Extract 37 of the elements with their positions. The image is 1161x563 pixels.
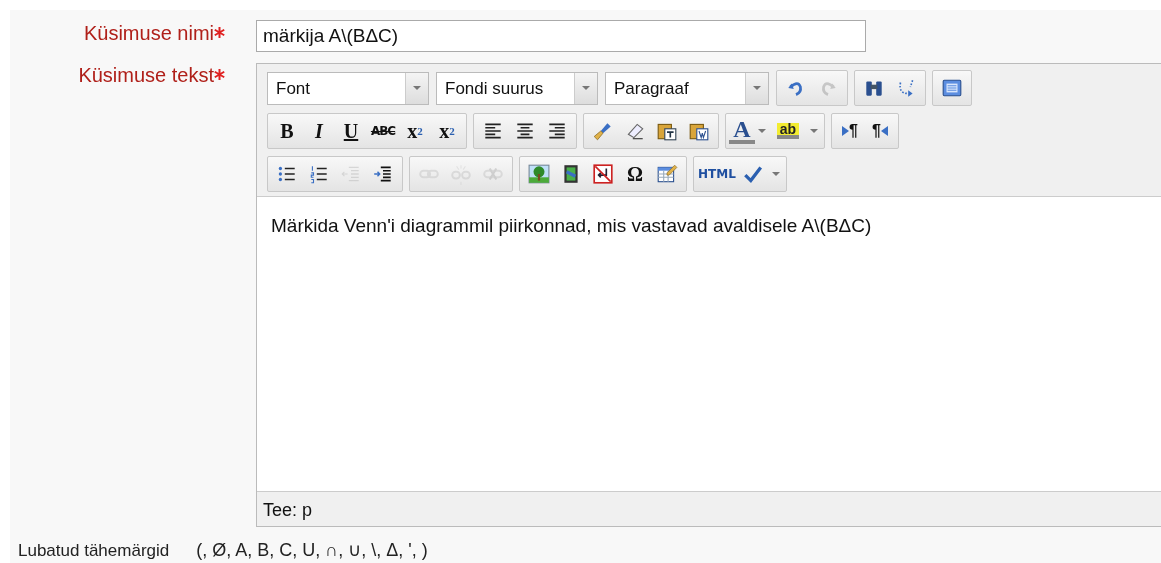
field-label: Lubatud tähemärgid <box>17 541 170 561</box>
format-button[interactable]: HTML <box>697 160 737 188</box>
highlight-button[interactable]: ab <box>777 123 799 139</box>
field-label: Küsimuse nimi <box>10 10 225 45</box>
format-button[interactable]: B <box>271 117 303 145</box>
name-input-field[interactable]: märkija A\(BΔC) <box>256 20 866 52</box>
caret-icon[interactable] <box>757 128 767 134</box>
crossed-return-icon <box>592 163 614 185</box>
format-button[interactable]: U <box>335 117 367 145</box>
editor-content[interactable]: Märkida Venn'i diagrammil piirkonnad, mis vastavad avaldisele A\(BΔC) <box>257 196 1161 492</box>
caret-icon[interactable] <box>809 128 819 134</box>
format-button[interactable]: x$^{2}$ <box>431 117 463 145</box>
dropdown[interactable]: Paragraaf <box>605 71 769 105</box>
dropdown[interactable]: Fondi suurus <box>436 71 598 105</box>
allowed-characters-text: (, Ø, A, B, C, U, ∩, ∪, \, Δ, ', ) <box>196 539 428 561</box>
status-path: Tee: p <box>262 499 314 522</box>
caret-icon[interactable] <box>771 171 781 177</box>
checkmark-icon <box>742 163 764 185</box>
direction-button[interactable]: ¶ <box>865 117 895 145</box>
field-label: Küsimuse tekst <box>10 52 225 87</box>
direction-button[interactable]: ¶ <box>835 117 865 145</box>
caret-icon[interactable] <box>752 85 762 91</box>
brush-icon <box>592 120 614 142</box>
tree-picture-icon <box>528 163 550 185</box>
dropdown[interactable]: Font <box>267 71 429 105</box>
table-edit-icon <box>656 163 678 185</box>
window-icon <box>941 77 963 99</box>
format-button[interactable]: ABC <box>367 117 399 145</box>
format-button[interactable]: I <box>303 117 335 145</box>
triangle-icon <box>842 126 850 136</box>
broken-link-icon <box>450 163 472 185</box>
triangle-icon <box>880 126 888 136</box>
numbered-list-icon <box>308 163 330 185</box>
format-button[interactable]: Ω <box>619 160 651 188</box>
caret-icon[interactable] <box>581 85 591 91</box>
caret-icon[interactable] <box>412 85 422 91</box>
text-color-button[interactable]: A <box>729 118 755 144</box>
